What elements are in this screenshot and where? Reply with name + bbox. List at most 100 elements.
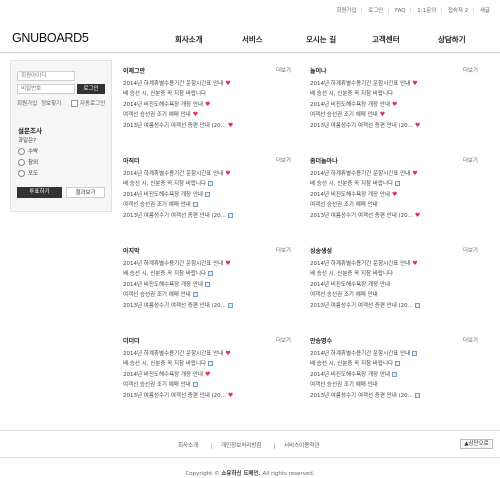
post-item[interactable]: 2014년 하계휴별수용기간 운항시간표 안내 ♥ <box>123 79 291 89</box>
post-item[interactable]: 배 승선 시, 신분증 꼭 지참 바랍니다 <box>310 269 478 279</box>
post-title[interactable]: 배 승선 시, 신분증 꼭 지참 바랍니다 <box>310 181 393 187</box>
post-item[interactable]: 2014년 비진도해수욕장 개장 안내 <box>310 280 478 290</box>
post-title[interactable]: 2013년 여름성수기 여객선 증편 안내 (20... <box>310 213 413 219</box>
post-item[interactable]: 2014년 비진도해수욕장 개장 안내 <box>123 280 291 290</box>
post-item[interactable]: 여객선 승선권 조기 예매 안내 <box>123 200 291 210</box>
post-item[interactable]: 여객선 승선권 조기 예매 안내 ♥ <box>310 110 478 120</box>
more-link[interactable]: 더보기 <box>276 156 291 164</box>
post-title[interactable]: 2014년 비진도해수욕장 개장 안내 <box>123 372 203 378</box>
post-item[interactable]: 배 승선 시, 신분증 꼭 지참 바랍니다 <box>123 269 291 279</box>
post-title[interactable]: 배 승선 시, 신분증 꼭 지참 바랍니다 <box>310 271 393 277</box>
site-logo[interactable]: GNUBOARD5 <box>12 31 89 45</box>
faq-link[interactable]: FAQ <box>395 8 406 14</box>
footer-company-link[interactable]: 회사소개 <box>178 441 198 449</box>
post-item[interactable]: 여객선 승선권 조기 예매 안내 <box>123 290 291 300</box>
radio-icon[interactable] <box>18 170 25 177</box>
post-item[interactable]: 2014년 하계휴별수용기간 운항시간표 안내 ♥ <box>310 169 478 179</box>
post-item[interactable]: 2013년 여름성수기 여객선 증편 안내 (20... <box>123 211 291 221</box>
post-item[interactable]: 2014년 하계휴별수용기간 운항시간표 안내 <box>310 349 478 359</box>
post-title[interactable]: 여객선 승선권 조기 예매 안내 <box>123 292 191 298</box>
post-title[interactable]: 2014년 하계휴별수용기간 운항시간표 안내 <box>123 261 223 267</box>
post-item[interactable]: 2013년 여름성수기 여객선 증편 안내 (20... <box>310 391 478 401</box>
poll-result-button[interactable]: 결과보기 <box>66 187 105 198</box>
more-link[interactable]: 더보기 <box>463 246 478 254</box>
post-item[interactable]: 여객선 승선권 조기 예매 안내 <box>123 380 291 390</box>
vote-button[interactable]: 투표하기 <box>17 187 62 198</box>
post-title[interactable]: 2014년 하계휴별수용기간 운항시간표 안내 <box>310 351 410 357</box>
find-info-link[interactable]: 정보찾기 <box>41 99 61 107</box>
post-item[interactable]: 2014년 비진도해수욕장 개장 안내 <box>310 370 478 380</box>
post-item[interactable]: 여객선 승선권 조기 예매 안내 <box>310 200 478 210</box>
post-title[interactable]: 2014년 하계휴별수용기간 운항시간표 안내 <box>310 261 410 267</box>
post-item[interactable]: 2014년 비진도해수욕장 개장 안내 ♥ <box>310 190 478 200</box>
post-item[interactable]: 2013년 여름성수기 여객선 증편 안내 (20... ♥ <box>123 121 291 131</box>
post-title[interactable]: 배 승선 시, 신분증 꼭 지참 바랍니다 <box>310 361 393 367</box>
radio-icon[interactable] <box>18 159 25 166</box>
post-item[interactable]: 배 승선 시, 신분증 꼭 지참 바랍니다 <box>310 89 478 99</box>
post-title[interactable]: 2013년 여름성수기 여객선 증편 안내 (20... <box>310 303 413 309</box>
post-title[interactable]: 배 승선 시, 신분증 꼭 지참 바랍니다 <box>123 91 206 97</box>
post-item[interactable]: 2014년 비진도해수욕장 개장 안내 ♥ <box>310 100 478 110</box>
post-item[interactable]: 여객선 승선권 조기 예매 안내 ♥ <box>123 110 291 120</box>
post-item[interactable]: 2013년 여름성수기 여객선 증편 안내 (20... <box>310 301 478 311</box>
board-title[interactable]: 이제그만 <box>123 66 145 75</box>
nav-item-directions[interactable]: 오시는 길 <box>306 34 336 45</box>
post-item[interactable]: 2013년 여름성수기 여객선 증편 안내 (20... ♥ <box>123 391 291 401</box>
post-title[interactable]: 여객선 승선권 조기 예매 안내 <box>310 202 378 208</box>
post-title[interactable]: 2013년 여름성수기 여객선 증편 안내 (20... <box>123 123 226 129</box>
post-title[interactable]: 2013년 여름성수기 여객선 증편 안내 (20... <box>123 303 226 309</box>
post-title[interactable]: 2014년 비진도해수욕장 개장 안내 <box>123 102 203 108</box>
post-title[interactable]: 2014년 비진도해수욕장 개장 안내 <box>310 282 390 288</box>
post-title[interactable]: 2014년 비진도해수욕장 개장 안내 <box>310 102 390 108</box>
post-item[interactable]: 2014년 비진도해수욕장 개장 안내 <box>123 190 291 200</box>
qa-link[interactable]: 1:1문의 <box>417 8 436 14</box>
new-posts-link[interactable]: 새글 <box>480 8 490 14</box>
post-title[interactable]: 여객선 승선권 조기 예매 안내 <box>310 292 378 298</box>
member-id-input[interactable]: 회원아이디 <box>17 71 75 81</box>
board-title[interactable]: 싱숭생성 <box>310 246 332 255</box>
board-title[interactable]: 더더더 <box>123 336 140 345</box>
post-item[interactable]: 2013년 여름성수기 여객선 증편 안내 (20... ♥ <box>310 211 478 221</box>
more-link[interactable]: 더보기 <box>276 336 291 344</box>
more-link[interactable]: 더보기 <box>463 66 478 74</box>
post-title[interactable]: 2013년 여름성수기 여객선 증편 안내 (20... <box>123 393 226 399</box>
post-title[interactable]: 2014년 하계휴별수용기간 운항시간표 안내 <box>310 171 410 177</box>
nav-item-company[interactable]: 회사소개 <box>175 34 203 45</box>
nav-item-support[interactable]: 고객센터 <box>372 34 400 45</box>
footer-terms-link[interactable]: 서비스이용약관 <box>284 441 319 449</box>
post-item[interactable]: 2014년 하계휴별수용기간 운항시간표 안내 ♥ <box>123 349 291 359</box>
board-title[interactable]: 아직더 <box>123 156 140 165</box>
post-item[interactable]: 배 승선 시, 신분증 꼭 지참 바랍니다 <box>123 179 291 189</box>
post-item[interactable]: 여객선 승선권 조기 예매 안내 <box>310 380 478 390</box>
password-input[interactable]: 비밀번호 <box>17 84 75 94</box>
post-title[interactable]: 여객선 승선권 조기 예매 안내 <box>123 382 191 388</box>
post-item[interactable]: 2014년 비진도해수욕장 개장 안내 ♥ <box>123 100 291 110</box>
post-item[interactable]: 2014년 비진도해수욕장 개장 안내 ♥ <box>123 370 291 380</box>
post-title[interactable]: 여객선 승선권 조기 예매 안내 <box>310 382 378 388</box>
poll-option-3[interactable]: 포도 <box>18 169 38 177</box>
board-title[interactable]: 좀더놀아나 <box>310 156 338 165</box>
post-title[interactable]: 2013년 여름성수기 여객선 증편 안내 (20... <box>310 123 413 129</box>
visitor-count-link[interactable]: 접속자 2 <box>448 8 468 14</box>
board-title[interactable]: 아지막 <box>123 246 140 255</box>
signup-link[interactable]: 회원가입 <box>336 8 356 14</box>
post-title[interactable]: 배 승선 시, 신분증 꼭 지참 바랍니다 <box>123 181 206 187</box>
post-title[interactable]: 2014년 비진도해수욕장 개장 안내 <box>123 282 203 288</box>
nav-item-service[interactable]: 서비스 <box>242 34 263 45</box>
post-title[interactable]: 2014년 하계휴별수용기간 운항시간표 안내 <box>123 171 223 177</box>
poll-option-1[interactable]: 수박 <box>18 147 38 155</box>
auto-login-checkbox[interactable] <box>71 100 78 107</box>
post-title[interactable]: 2014년 하계휴별수용기간 운항시간표 안내 <box>123 351 223 357</box>
post-title[interactable]: 2014년 비진도해수욕장 개장 안내 <box>123 192 203 198</box>
post-item[interactable]: 2014년 하계휴별수용기간 운항시간표 안내 ♥ <box>310 79 478 89</box>
post-item[interactable]: 2014년 하계휴별수용기간 운항시간표 안내 ♥ <box>123 259 291 269</box>
post-title[interactable]: 2014년 비진도해수욕장 개장 안내 <box>310 372 390 378</box>
post-item[interactable]: 배 승선 시, 신분증 꼭 지참 바랍니다 <box>310 359 478 369</box>
more-link[interactable]: 더보기 <box>463 336 478 344</box>
post-item[interactable]: 2014년 하계휴별수용기간 운항시간표 안내 ♥ <box>123 169 291 179</box>
post-item[interactable]: 배 승선 시, 신분증 꼭 지참 바랍니다 <box>123 359 291 369</box>
post-title[interactable]: 여객선 승선권 조기 예매 안내 <box>310 112 378 118</box>
post-title[interactable]: 2013년 여름성수기 여객선 증편 안내 (20... <box>310 393 413 399</box>
post-title[interactable]: 2014년 하계휴별수용기간 운항시간표 안내 <box>310 81 410 87</box>
auto-login-option[interactable]: 자동로그인 <box>71 99 105 107</box>
